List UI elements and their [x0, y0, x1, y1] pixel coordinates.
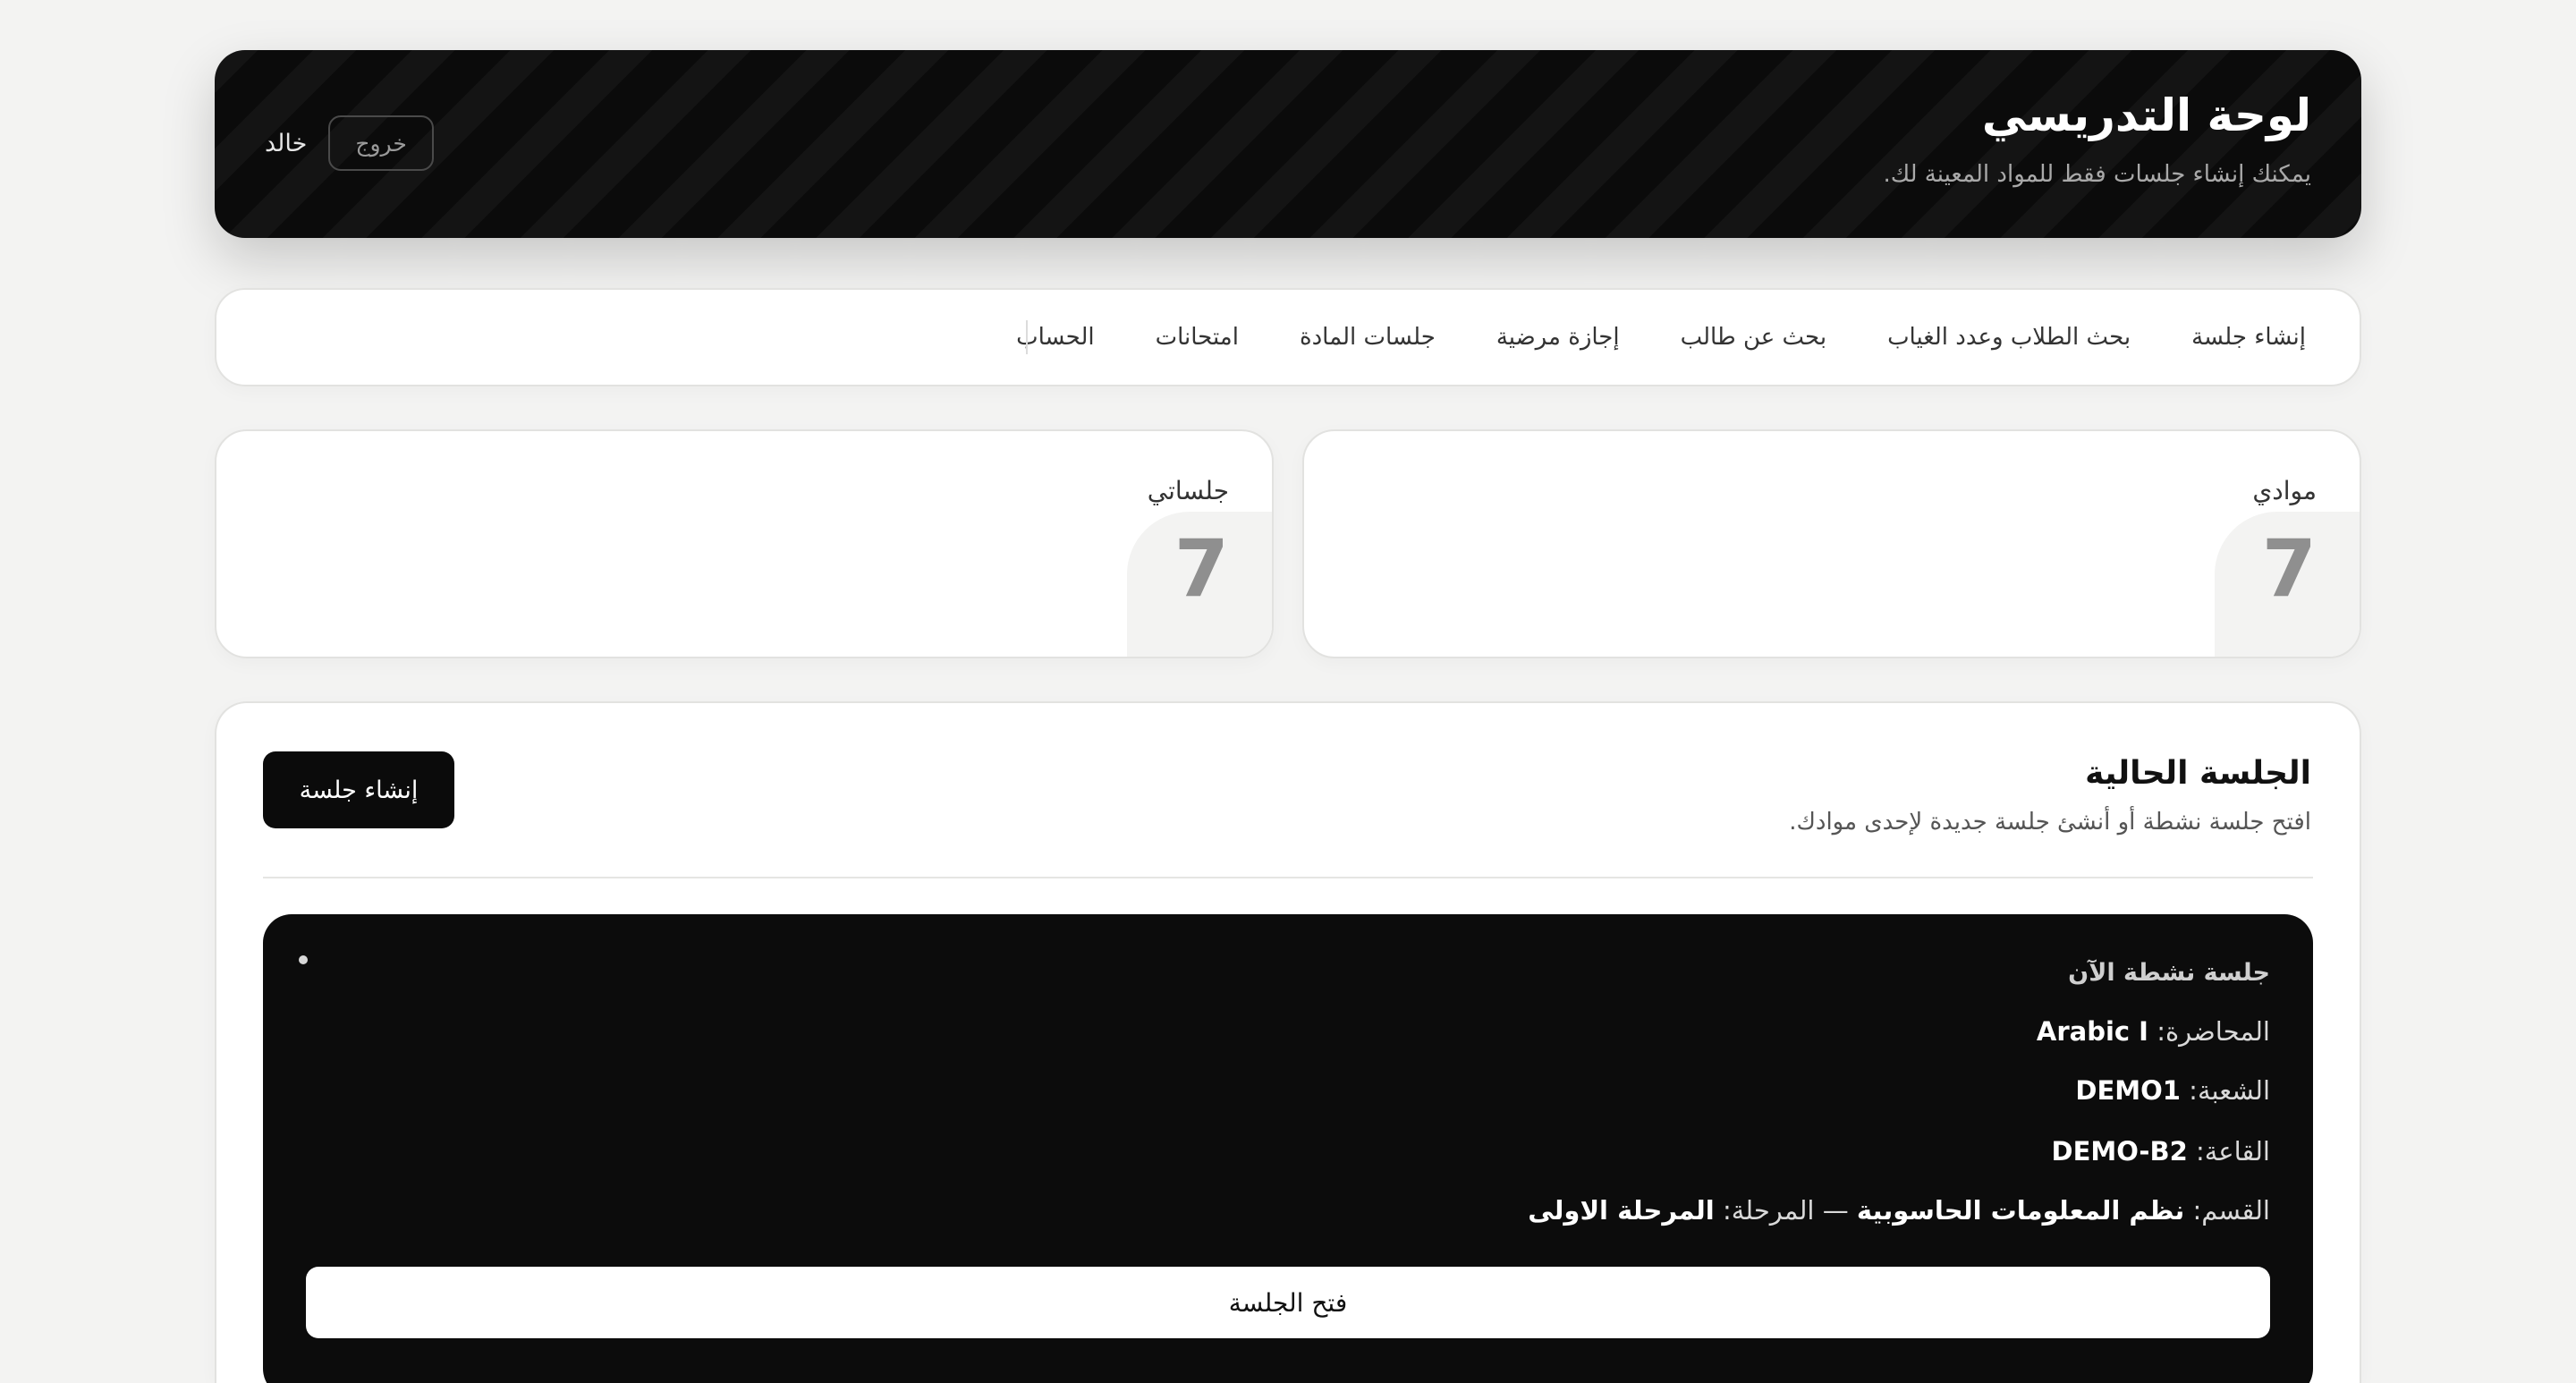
nav-divider: [1026, 320, 1028, 354]
stat-card-subjects: موادي 7: [1302, 429, 2361, 658]
stat-value-subjects: 7: [2261, 522, 2317, 615]
current-session-subtitle: افتح جلسة نشطة أو أنشئ جلسة جديدة لإحدى …: [1789, 809, 2311, 836]
lecture-value: Arabic I: [2036, 1016, 2148, 1047]
lecture-label: المحاضرة:: [2157, 1016, 2270, 1047]
current-session-card: الجلسة الحالية افتح جلسة نشطة أو أنشئ جل…: [215, 701, 2361, 1383]
nav-item-subject-sessions[interactable]: جلسات المادة: [1300, 324, 1436, 351]
hall-value: DEMO-B2: [2051, 1136, 2188, 1167]
section-row: الشعبة: DEMO1: [2075, 1075, 2270, 1106]
section-divider: [263, 877, 2313, 878]
current-session-title: الجلسة الحالية: [2085, 755, 2311, 792]
nav-item-account[interactable]: الحساب: [1016, 324, 1095, 351]
stat-card-sessions: جلساتي 7: [215, 429, 1274, 658]
department-value: نظم المعلومات الحاسوبية: [1856, 1195, 2185, 1226]
department-row: القسم: نظم المعلومات الحاسوبية — المرحلة…: [1528, 1195, 2270, 1226]
stat-label-subjects: موادي: [2252, 476, 2317, 505]
user-area: خالد خروج: [265, 115, 434, 172]
nav-item-student-absence-search[interactable]: بحث الطلاب وعدد الغياب: [1887, 324, 2131, 351]
nav-item-sick-leave[interactable]: إجازة مرضية: [1496, 324, 1620, 351]
hall-row: القاعة: DEMO-B2: [2052, 1136, 2271, 1167]
page-title: لوحة التدريسي: [1981, 89, 2311, 141]
create-session-button[interactable]: إنشاء جلسة: [263, 751, 454, 828]
lecture-row: المحاضرة: Arabic I: [2037, 1016, 2270, 1047]
active-session-label: جلسة نشطة الآن: [2068, 959, 2270, 987]
stat-value-sessions: 7: [1174, 522, 1229, 615]
nav-item-exams[interactable]: امتحانات: [1156, 324, 1239, 351]
hall-label: القاعة:: [2195, 1136, 2270, 1167]
open-session-button[interactable]: فتح الجلسة: [306, 1267, 2270, 1338]
status-dot-icon: [299, 955, 308, 964]
dashboard-header: لوحة التدريسي يمكنك إنشاء جلسات فقط للمو…: [215, 50, 2361, 238]
page-subtitle: يمكنك إنشاء جلسات فقط للمواد المعينة لك.: [1883, 161, 2311, 188]
active-session-panel: جلسة نشطة الآن المحاضرة: Arabic I الشعبة…: [263, 914, 2313, 1383]
main-nav: إنشاء جلسة بحث الطلاب وعدد الغياب بحث عن…: [215, 288, 2361, 386]
user-name: خالد: [265, 129, 308, 157]
stage-value: المرحلة الاولى: [1528, 1195, 1715, 1226]
stage-label: المرحلة:: [1722, 1195, 1815, 1226]
nav-items: إنشاء جلسة بحث الطلاب وعدد الغياب بحث عن…: [1016, 290, 2306, 385]
section-value: DEMO1: [2075, 1075, 2181, 1106]
stat-label-sessions: جلساتي: [1147, 476, 1229, 505]
department-label: القسم:: [2192, 1195, 2270, 1226]
section-label: الشعبة:: [2189, 1075, 2270, 1106]
department-separator: —: [1822, 1195, 1849, 1226]
logout-button[interactable]: خروج: [328, 115, 434, 171]
nav-item-create-session[interactable]: إنشاء جلسة: [2191, 324, 2306, 351]
nav-item-student-search[interactable]: بحث عن طالب: [1681, 324, 1826, 351]
